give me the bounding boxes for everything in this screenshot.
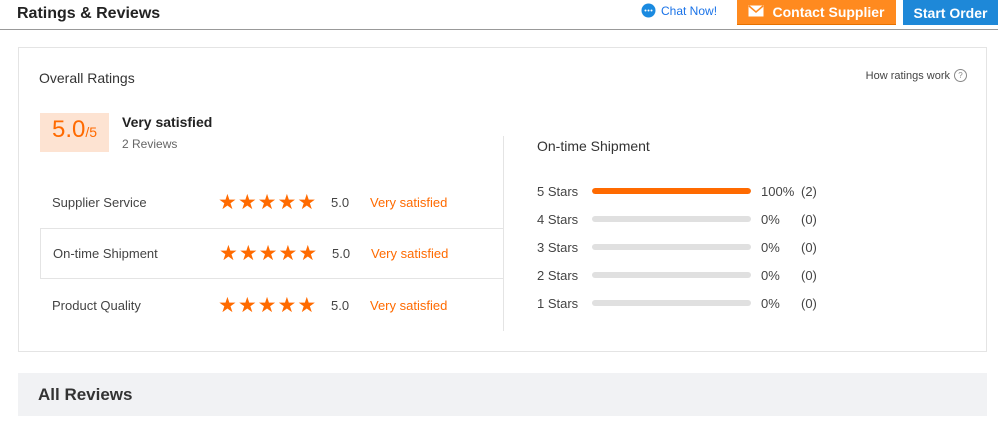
star-rating: ★ ★ ★ ★ ★ bbox=[218, 295, 316, 316]
star-distribution-row: 5 Stars 100% (2) bbox=[537, 183, 817, 199]
star-icon: ★ bbox=[237, 293, 257, 317]
distribution-bar-track bbox=[592, 244, 751, 250]
overall-score: 5.0 bbox=[51, 116, 86, 143]
rating-description: Very satisfied bbox=[370, 298, 448, 313]
star-icon: ★ bbox=[277, 190, 297, 214]
distribution-bar-track bbox=[592, 216, 751, 222]
star-icon: ★ bbox=[219, 241, 238, 265]
star-icon: ★ bbox=[277, 293, 297, 317]
star-icon: ★ bbox=[297, 190, 317, 214]
distribution-count: (0) bbox=[801, 295, 817, 311]
rating-label: Product Quality bbox=[52, 298, 141, 313]
rating-row-on-time-shipment[interactable]: On-time Shipment ★ ★ ★ ★ ★ 5.0 Very satisfie… bbox=[40, 228, 504, 279]
contact-supplier-button[interactable]: Contact Supplier bbox=[737, 0, 896, 25]
star-distribution-row: 2 Stars 0% (0) bbox=[537, 267, 817, 283]
distribution-percent: 0% bbox=[761, 239, 780, 255]
rating-value: 5.0 bbox=[331, 298, 350, 313]
star-icon: ★ bbox=[278, 241, 298, 265]
overall-ratings-card: Overall Ratings How ratings work ? 5.0 /… bbox=[18, 47, 987, 352]
contact-supplier-label: Contact Supplier bbox=[772, 4, 885, 20]
overall-score-max: /5 bbox=[85, 124, 98, 140]
rating-row-supplier-service: Supplier Service ★ ★ ★ ★ ★ 5.0 Very satisfie… bbox=[40, 177, 504, 228]
distribution-bar-track bbox=[592, 300, 751, 306]
distribution-percent: 100% bbox=[761, 183, 795, 199]
star-level-label: 4 Stars bbox=[537, 211, 579, 227]
star-icon: ★ bbox=[298, 241, 318, 265]
star-icon: ★ bbox=[238, 241, 258, 265]
distribution-percent: 0% bbox=[761, 267, 780, 283]
distribution-count: (2) bbox=[801, 183, 817, 199]
star-distribution-row: 3 Stars 0% (0) bbox=[537, 239, 817, 255]
chat-now-link[interactable]: Chat Now! bbox=[641, 3, 717, 18]
star-level-label: 2 Stars bbox=[537, 267, 579, 283]
star-distribution-row: 1 Stars 0% (0) bbox=[537, 295, 817, 311]
star-icon: ★ bbox=[297, 293, 317, 317]
how-ratings-label: How ratings work bbox=[865, 69, 950, 82]
rating-value: 5.0 bbox=[331, 195, 350, 210]
star-icon: ★ bbox=[237, 190, 257, 214]
header-divider bbox=[0, 29, 998, 30]
vertical-divider bbox=[503, 136, 504, 331]
distribution-count: (0) bbox=[801, 267, 817, 283]
review-count: 2 Reviews bbox=[122, 137, 178, 151]
distribution-count: (0) bbox=[801, 239, 817, 255]
rating-description: Very satisfied bbox=[371, 246, 449, 261]
star-rating: ★ ★ ★ ★ ★ bbox=[218, 192, 316, 213]
overall-score-badge: 5.0 /5 bbox=[40, 113, 109, 152]
page-title: Ratings & Reviews bbox=[17, 5, 161, 22]
star-icon: ★ bbox=[258, 241, 278, 265]
star-icon: ★ bbox=[257, 190, 277, 214]
distribution-percent: 0% bbox=[761, 295, 780, 311]
rating-label: On-time Shipment bbox=[53, 246, 158, 261]
distribution-bar-fill bbox=[592, 188, 751, 194]
distribution-bar-track bbox=[592, 188, 751, 194]
rating-value: 5.0 bbox=[332, 246, 351, 261]
star-level-label: 3 Stars bbox=[537, 239, 579, 255]
rating-label: Supplier Service bbox=[52, 195, 147, 210]
rating-row-product-quality: Product Quality ★ ★ ★ ★ ★ 5.0 Very satisfied bbox=[40, 280, 504, 331]
star-level-label: 1 Stars bbox=[537, 295, 579, 311]
chat-now-label: Chat Now! bbox=[661, 3, 718, 18]
star-icon: ★ bbox=[218, 190, 237, 214]
rating-description: Very satisfied bbox=[370, 195, 448, 210]
chat-bubble-icon bbox=[641, 3, 656, 18]
star-distribution-row: 4 Stars 0% (0) bbox=[537, 211, 817, 227]
question-circle-icon: ? bbox=[954, 69, 967, 82]
all-reviews-title: All Reviews bbox=[38, 384, 133, 404]
distribution-percent: 0% bbox=[761, 211, 780, 227]
distribution-count: (0) bbox=[801, 211, 817, 227]
star-icon: ★ bbox=[257, 293, 277, 317]
distribution-bar-track bbox=[592, 272, 751, 278]
overall-satisfaction: Very satisfied bbox=[122, 114, 213, 130]
shipment-breakdown-title: On-time Shipment bbox=[537, 138, 650, 154]
start-order-button[interactable]: Start Order bbox=[903, 0, 998, 25]
star-level-label: 5 Stars bbox=[537, 183, 579, 199]
mail-icon bbox=[748, 4, 764, 20]
overall-ratings-title: Overall Ratings bbox=[39, 70, 135, 86]
star-icon: ★ bbox=[218, 293, 237, 317]
how-ratings-work-link[interactable]: How ratings work ? bbox=[866, 69, 967, 82]
star-rating: ★ ★ ★ ★ ★ bbox=[219, 243, 317, 264]
all-reviews-header: All Reviews bbox=[18, 373, 987, 416]
